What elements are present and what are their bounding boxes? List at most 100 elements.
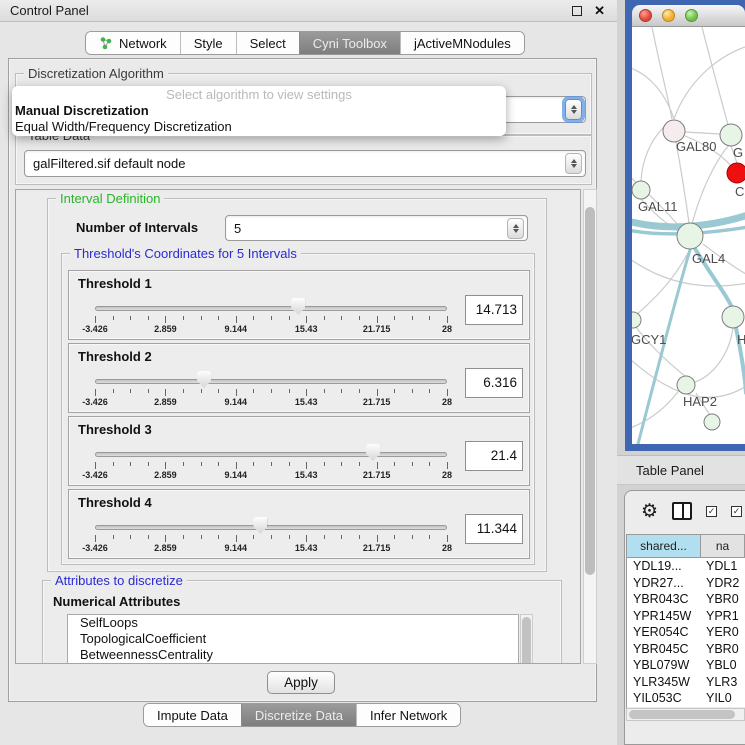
tick-mark bbox=[341, 316, 342, 320]
threshold-value-field[interactable]: 6.316 bbox=[465, 368, 523, 398]
network-node-hap2[interactable] bbox=[677, 376, 695, 394]
table-row[interactable]: YLR345WYLR3 bbox=[627, 674, 745, 691]
tick-label: 2.859 bbox=[154, 324, 177, 334]
threshold-value-field[interactable]: 14.713 bbox=[465, 295, 523, 325]
thresholds-group: Threshold's Coordinates for 5 Intervals … bbox=[61, 253, 535, 565]
tab-label: Infer Network bbox=[370, 708, 447, 723]
tab-style[interactable]: Style bbox=[180, 32, 236, 54]
split-columns-icon[interactable] bbox=[672, 502, 692, 520]
tick-mark bbox=[271, 316, 272, 320]
column-header-na[interactable]: na bbox=[701, 534, 745, 558]
bottom-tab-infer-network[interactable]: Infer Network bbox=[356, 704, 460, 726]
scrollbar-thumb[interactable] bbox=[629, 710, 735, 719]
network-node-h[interactable] bbox=[722, 306, 744, 328]
table-row[interactable]: YIL053CYIL0 bbox=[627, 690, 745, 707]
bottom-tab-impute-data[interactable]: Impute Data bbox=[144, 704, 241, 726]
check-column-icon-1[interactable]: ✓ bbox=[706, 506, 717, 517]
network-node[interactable] bbox=[704, 414, 720, 430]
number-of-intervals-combobox[interactable]: 5 bbox=[225, 215, 528, 241]
combobox-stepper[interactable] bbox=[565, 153, 582, 174]
node-label: G bbox=[733, 145, 743, 160]
tick-mark bbox=[306, 535, 307, 542]
threshold-panel-2: Threshold 2-3.4262.8599.14415.4321.71528… bbox=[68, 343, 530, 413]
attribute-item-selfloops[interactable]: SelfLoops bbox=[68, 615, 518, 631]
tab-cyni-toolbox[interactable]: Cyni Toolbox bbox=[299, 32, 400, 54]
tick-mark bbox=[359, 535, 360, 539]
check-column-icon-2[interactable]: ✓ bbox=[731, 506, 742, 517]
tick-label: 2.859 bbox=[154, 397, 177, 407]
tab-network[interactable]: Network bbox=[86, 32, 180, 54]
list-scrollbar[interactable] bbox=[520, 614, 533, 664]
algorithm-option-equal-width-frequency-discretization[interactable]: Equal Width/Frequency Discretization bbox=[12, 119, 506, 135]
tick-mark bbox=[359, 316, 360, 320]
table-horizontal-scrollbar[interactable] bbox=[626, 708, 745, 721]
network-node-gcy1[interactable] bbox=[632, 312, 641, 328]
network-node-g[interactable] bbox=[720, 124, 742, 146]
network-edge bbox=[685, 132, 720, 134]
slider-thumb[interactable] bbox=[366, 444, 380, 461]
slider-thumb[interactable] bbox=[197, 371, 211, 388]
tick-mark bbox=[165, 462, 166, 469]
table-row[interactable]: YER054CYER0 bbox=[627, 624, 745, 641]
combobox-stepper[interactable] bbox=[565, 99, 582, 120]
table-row[interactable]: YBR043CYBR0 bbox=[627, 591, 745, 608]
float-window-icon[interactable] bbox=[572, 6, 582, 16]
tab-select[interactable]: Select bbox=[236, 32, 299, 54]
panel-scrollbar[interactable] bbox=[583, 189, 597, 664]
tick-mark bbox=[429, 389, 430, 393]
table-row[interactable]: YDR27...YDR2 bbox=[627, 575, 745, 592]
combobox-stepper[interactable] bbox=[507, 218, 524, 239]
tick-mark bbox=[324, 462, 325, 466]
apply-button[interactable]: Apply bbox=[267, 671, 335, 694]
slider-track[interactable] bbox=[95, 525, 447, 530]
threshold-value-field[interactable]: 21.4 bbox=[465, 441, 523, 471]
table-data-combobox[interactable]: galFiltered.sif default node bbox=[24, 150, 586, 177]
threshold-panel-4: Threshold 4-3.4262.8599.14415.4321.71528… bbox=[68, 489, 530, 559]
bottom-tab-discretize-data[interactable]: Discretize Data bbox=[241, 704, 356, 726]
settings-gear-icon[interactable]: ⚙ bbox=[641, 502, 658, 521]
network-node-c[interactable] bbox=[727, 163, 745, 183]
node-label: GAL4 bbox=[692, 251, 725, 266]
attribute-item-betweennesscentrality[interactable]: BetweennessCentrality bbox=[68, 647, 518, 663]
network-node-gal4[interactable] bbox=[677, 223, 703, 249]
minimize-traffic-light[interactable] bbox=[662, 9, 675, 22]
threshold-panel-1: Threshold 1-3.4262.8599.14415.4321.71528… bbox=[68, 270, 530, 340]
table-panel-title: Table Panel bbox=[636, 463, 704, 478]
slider-thumb[interactable] bbox=[291, 298, 305, 315]
attribute-item-topologicalcoefficient[interactable]: TopologicalCoefficient bbox=[68, 631, 518, 647]
slider-track[interactable] bbox=[95, 379, 447, 384]
network-edge bbox=[632, 392, 678, 428]
algorithm-option-manual-discretization[interactable]: Manual Discretization bbox=[12, 103, 506, 119]
tab-label: Select bbox=[250, 36, 286, 51]
tick-mark bbox=[289, 462, 290, 466]
tick-label: 21.715 bbox=[363, 397, 391, 407]
close-icon[interactable]: ✕ bbox=[594, 6, 605, 16]
tick-mark bbox=[306, 462, 307, 469]
tab-jactivemnodules[interactable]: jActiveMNodules bbox=[400, 32, 524, 54]
table-row[interactable]: YDL19...YDL1 bbox=[627, 558, 745, 575]
threshold-value-field[interactable]: 11.344 bbox=[465, 514, 523, 544]
table-row[interactable]: YBL079WYBL0 bbox=[627, 657, 745, 674]
scrollbar-thumb[interactable] bbox=[585, 207, 595, 575]
network-node-gal11[interactable] bbox=[632, 181, 650, 199]
table-body: YDL19...YDL1YDR27...YDR2YBR043CYBR0YPR14… bbox=[626, 558, 745, 711]
tick-label: 15.43 bbox=[295, 324, 318, 334]
network-edge bbox=[702, 27, 728, 125]
table-row[interactable]: YPR145WYPR1 bbox=[627, 608, 745, 625]
node-attribute-table: shared...na YDL19...YDL1YDR27...YDR2YBR0… bbox=[626, 534, 745, 711]
column-header-shared[interactable]: shared... bbox=[626, 534, 701, 558]
scrollbar-thumb[interactable] bbox=[522, 617, 531, 664]
close-traffic-light[interactable] bbox=[639, 9, 652, 22]
tick-label: 15.43 bbox=[295, 543, 318, 553]
slider-track[interactable] bbox=[95, 306, 447, 311]
zoom-traffic-light[interactable] bbox=[685, 9, 698, 22]
table-toolbar: ⚙ ✓ ✓ bbox=[625, 491, 745, 531]
slider-thumb[interactable] bbox=[253, 517, 267, 534]
numerical-attributes-list[interactable]: SelfLoopsTopologicalCoefficientBetweenne… bbox=[67, 614, 519, 664]
tick-mark bbox=[447, 462, 448, 469]
tick-mark bbox=[394, 316, 395, 320]
tick-label: 9.144 bbox=[225, 324, 248, 334]
table-row[interactable]: YBR045CYBR0 bbox=[627, 641, 745, 658]
network-canvas[interactable]: GAL80GCGAL11GAL4GCY1HHAP2 bbox=[632, 27, 745, 444]
slider-track[interactable] bbox=[95, 452, 447, 457]
